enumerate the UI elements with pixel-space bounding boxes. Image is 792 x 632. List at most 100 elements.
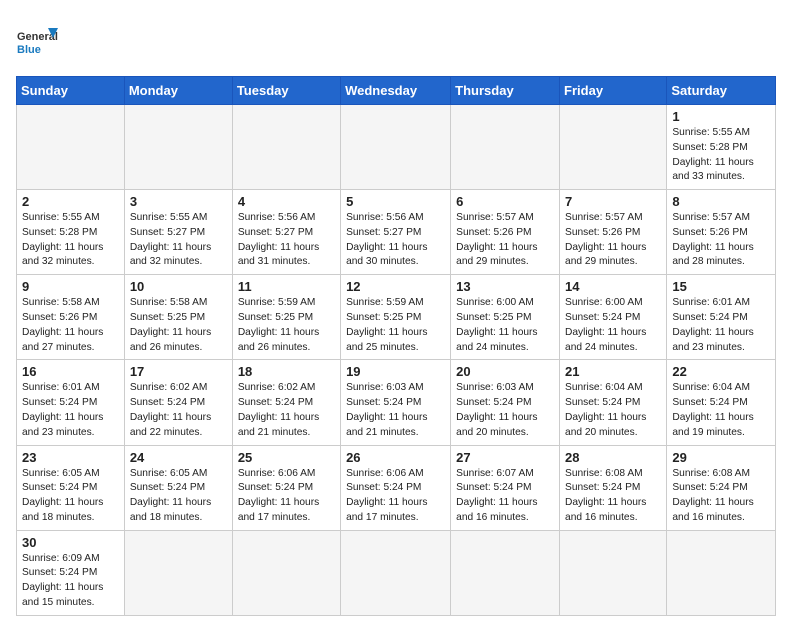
calendar-day: 11 Sunrise: 5:59 AM Sunset: 5:25 PM Dayli… (232, 275, 340, 360)
day-info: Sunrise: 5:59 AM Sunset: 5:25 PM Dayligh… (238, 296, 335, 355)
day-number: 4 (238, 194, 335, 209)
day-info: Sunrise: 6:01 AM Sunset: 5:24 PM Dayligh… (672, 296, 770, 355)
day-number: 2 (22, 194, 119, 209)
calendar-day: 5 Sunrise: 5:56 AM Sunset: 5:27 PM Daylig… (341, 190, 451, 275)
day-number: 5 (346, 194, 445, 209)
calendar-day: 3 Sunrise: 5:55 AM Sunset: 5:27 PM Daylig… (124, 190, 232, 275)
day-info: Sunrise: 5:57 AM Sunset: 5:26 PM Dayligh… (565, 211, 661, 270)
calendar-day: 16 Sunrise: 6:01 AM Sunset: 5:24 PM Dayli… (17, 360, 125, 445)
day-info: Sunrise: 5:58 AM Sunset: 5:26 PM Dayligh… (22, 296, 119, 355)
svg-text:Blue: Blue (17, 44, 41, 56)
calendar-day (451, 530, 560, 615)
day-info: Sunrise: 6:07 AM Sunset: 5:24 PM Dayligh… (456, 467, 554, 526)
day-info: Sunrise: 6:06 AM Sunset: 5:24 PM Dayligh… (346, 467, 445, 526)
calendar-day (17, 105, 125, 190)
day-number: 27 (456, 450, 554, 465)
calendar-day (560, 530, 667, 615)
day-info: Sunrise: 5:57 AM Sunset: 5:26 PM Dayligh… (672, 211, 770, 270)
calendar-day: 20 Sunrise: 6:03 AM Sunset: 5:24 PM Dayli… (451, 360, 560, 445)
day-info: Sunrise: 5:58 AM Sunset: 5:25 PM Dayligh… (130, 296, 227, 355)
day-number: 29 (672, 450, 770, 465)
day-number: 18 (238, 364, 335, 379)
day-info: Sunrise: 5:59 AM Sunset: 5:25 PM Dayligh… (346, 296, 445, 355)
weekday-header-wednesday: Wednesday (341, 77, 451, 105)
day-info: Sunrise: 6:06 AM Sunset: 5:24 PM Dayligh… (238, 467, 335, 526)
calendar-day: 19 Sunrise: 6:03 AM Sunset: 5:24 PM Dayli… (341, 360, 451, 445)
day-info: Sunrise: 6:03 AM Sunset: 5:24 PM Dayligh… (346, 381, 445, 440)
calendar-day: 6 Sunrise: 5:57 AM Sunset: 5:26 PM Daylig… (451, 190, 560, 275)
calendar-day (232, 530, 340, 615)
day-info: Sunrise: 6:05 AM Sunset: 5:24 PM Dayligh… (22, 467, 119, 526)
day-number: 14 (565, 279, 661, 294)
calendar-week-row: 1Sunrise: 5:55 AM Sunset: 5:28 PM Daylig… (17, 105, 776, 190)
day-info: Sunrise: 6:00 AM Sunset: 5:24 PM Dayligh… (565, 296, 661, 355)
day-info: Sunrise: 6:00 AM Sunset: 5:25 PM Dayligh… (456, 296, 554, 355)
calendar-day: 30Sunrise: 6:09 AM Sunset: 5:24 PM Dayli… (17, 530, 125, 615)
calendar-day: 21Sunrise: 6:04 AM Sunset: 5:24 PM Dayli… (560, 360, 667, 445)
calendar-day: 22 Sunrise: 6:04 AM Sunset: 5:24 PM Dayli… (667, 360, 776, 445)
day-info: Sunrise: 5:56 AM Sunset: 5:27 PM Dayligh… (346, 211, 445, 270)
calendar-week-row: 9 Sunrise: 5:58 AM Sunset: 5:26 PM Daylig… (17, 275, 776, 360)
calendar-day (667, 530, 776, 615)
calendar-day: 12Sunrise: 5:59 AM Sunset: 5:25 PM Dayli… (341, 275, 451, 360)
day-number: 24 (130, 450, 227, 465)
calendar-day: 18 Sunrise: 6:02 AM Sunset: 5:24 PM Dayli… (232, 360, 340, 445)
day-number: 13 (456, 279, 554, 294)
day-number: 19 (346, 364, 445, 379)
calendar-day: 25Sunrise: 6:06 AM Sunset: 5:24 PM Dayli… (232, 445, 340, 530)
day-number: 10 (130, 279, 227, 294)
calendar-day: 14 Sunrise: 6:00 AM Sunset: 5:24 PM Dayli… (560, 275, 667, 360)
day-number: 1 (672, 109, 770, 124)
day-info: Sunrise: 6:08 AM Sunset: 5:24 PM Dayligh… (565, 467, 661, 526)
day-number: 15 (672, 279, 770, 294)
day-number: 16 (22, 364, 119, 379)
calendar-week-row: 16 Sunrise: 6:01 AM Sunset: 5:24 PM Dayli… (17, 360, 776, 445)
day-info: Sunrise: 6:04 AM Sunset: 5:24 PM Dayligh… (565, 381, 661, 440)
day-info: Sunrise: 6:04 AM Sunset: 5:24 PM Dayligh… (672, 381, 770, 440)
day-number: 3 (130, 194, 227, 209)
weekday-header-friday: Friday (560, 77, 667, 105)
day-number: 20 (456, 364, 554, 379)
calendar-week-row: 30Sunrise: 6:09 AM Sunset: 5:24 PM Dayli… (17, 530, 776, 615)
day-number: 6 (456, 194, 554, 209)
calendar-day: 1Sunrise: 5:55 AM Sunset: 5:28 PM Daylig… (667, 105, 776, 190)
calendar-day: 27 Sunrise: 6:07 AM Sunset: 5:24 PM Dayli… (451, 445, 560, 530)
logo: General Blue (16, 24, 58, 66)
weekday-header-tuesday: Tuesday (232, 77, 340, 105)
day-number: 9 (22, 279, 119, 294)
day-number: 22 (672, 364, 770, 379)
calendar-day: 7 Sunrise: 5:57 AM Sunset: 5:26 PM Daylig… (560, 190, 667, 275)
calendar-day: 15 Sunrise: 6:01 AM Sunset: 5:24 PM Dayli… (667, 275, 776, 360)
day-info: Sunrise: 5:57 AM Sunset: 5:26 PM Dayligh… (456, 211, 554, 270)
day-info: Sunrise: 6:08 AM Sunset: 5:24 PM Dayligh… (672, 467, 770, 526)
day-info: Sunrise: 5:55 AM Sunset: 5:27 PM Dayligh… (130, 211, 227, 270)
calendar-day: 2 Sunrise: 5:55 AM Sunset: 5:28 PM Daylig… (17, 190, 125, 275)
weekday-header-saturday: Saturday (667, 77, 776, 105)
calendar-day (341, 530, 451, 615)
weekday-header-row: SundayMondayTuesdayWednesdayThursdayFrid… (17, 77, 776, 105)
calendar-day: 9 Sunrise: 5:58 AM Sunset: 5:26 PM Daylig… (17, 275, 125, 360)
calendar-day: 23 Sunrise: 6:05 AM Sunset: 5:24 PM Dayli… (17, 445, 125, 530)
calendar-day: 10 Sunrise: 5:58 AM Sunset: 5:25 PM Dayli… (124, 275, 232, 360)
weekday-header-sunday: Sunday (17, 77, 125, 105)
calendar-day: 17Sunrise: 6:02 AM Sunset: 5:24 PM Dayli… (124, 360, 232, 445)
weekday-header-thursday: Thursday (451, 77, 560, 105)
calendar-day (124, 105, 232, 190)
calendar-day: 28 Sunrise: 6:08 AM Sunset: 5:24 PM Dayli… (560, 445, 667, 530)
day-info: Sunrise: 6:09 AM Sunset: 5:24 PM Dayligh… (22, 552, 119, 611)
day-info: Sunrise: 6:03 AM Sunset: 5:24 PM Dayligh… (456, 381, 554, 440)
day-info: Sunrise: 5:56 AM Sunset: 5:27 PM Dayligh… (238, 211, 335, 270)
weekday-header-monday: Monday (124, 77, 232, 105)
day-info: Sunrise: 6:01 AM Sunset: 5:24 PM Dayligh… (22, 381, 119, 440)
calendar-day: 24Sunrise: 6:05 AM Sunset: 5:24 PM Dayli… (124, 445, 232, 530)
day-number: 26 (346, 450, 445, 465)
day-number: 11 (238, 279, 335, 294)
day-number: 7 (565, 194, 661, 209)
day-info: Sunrise: 5:55 AM Sunset: 5:28 PM Dayligh… (22, 211, 119, 270)
calendar-day (341, 105, 451, 190)
day-number: 23 (22, 450, 119, 465)
calendar-week-row: 2 Sunrise: 5:55 AM Sunset: 5:28 PM Daylig… (17, 190, 776, 275)
day-info: Sunrise: 6:02 AM Sunset: 5:24 PM Dayligh… (238, 381, 335, 440)
day-number: 28 (565, 450, 661, 465)
calendar-day (232, 105, 340, 190)
